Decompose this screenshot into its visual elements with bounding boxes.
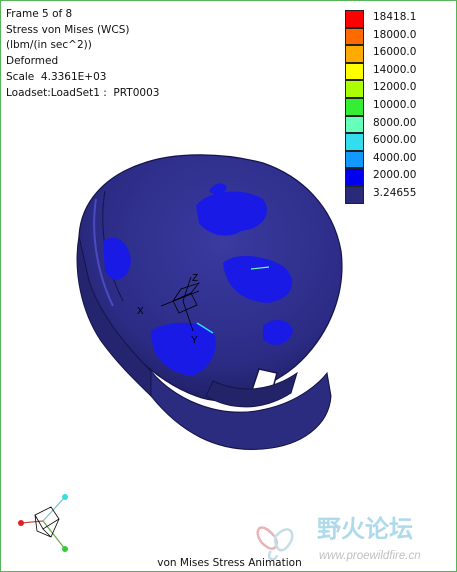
- csys-y-label: Y: [191, 335, 198, 346]
- orientation-triad-icon: [18, 494, 68, 552]
- animation-caption: von Mises Stress Animation: [157, 557, 302, 569]
- model-viewport[interactable]: Frame 5 of 8 Stress von Mises (WCS) (lbm/(…: [0, 0, 457, 572]
- butterfly-logo-icon: [256, 526, 294, 561]
- watermark-brand: 野火论坛: [317, 515, 413, 543]
- model-scene: X Z Y: [18, 154, 343, 552]
- csys-x-label: X: [137, 306, 144, 317]
- csys-z-label: Z: [192, 273, 198, 284]
